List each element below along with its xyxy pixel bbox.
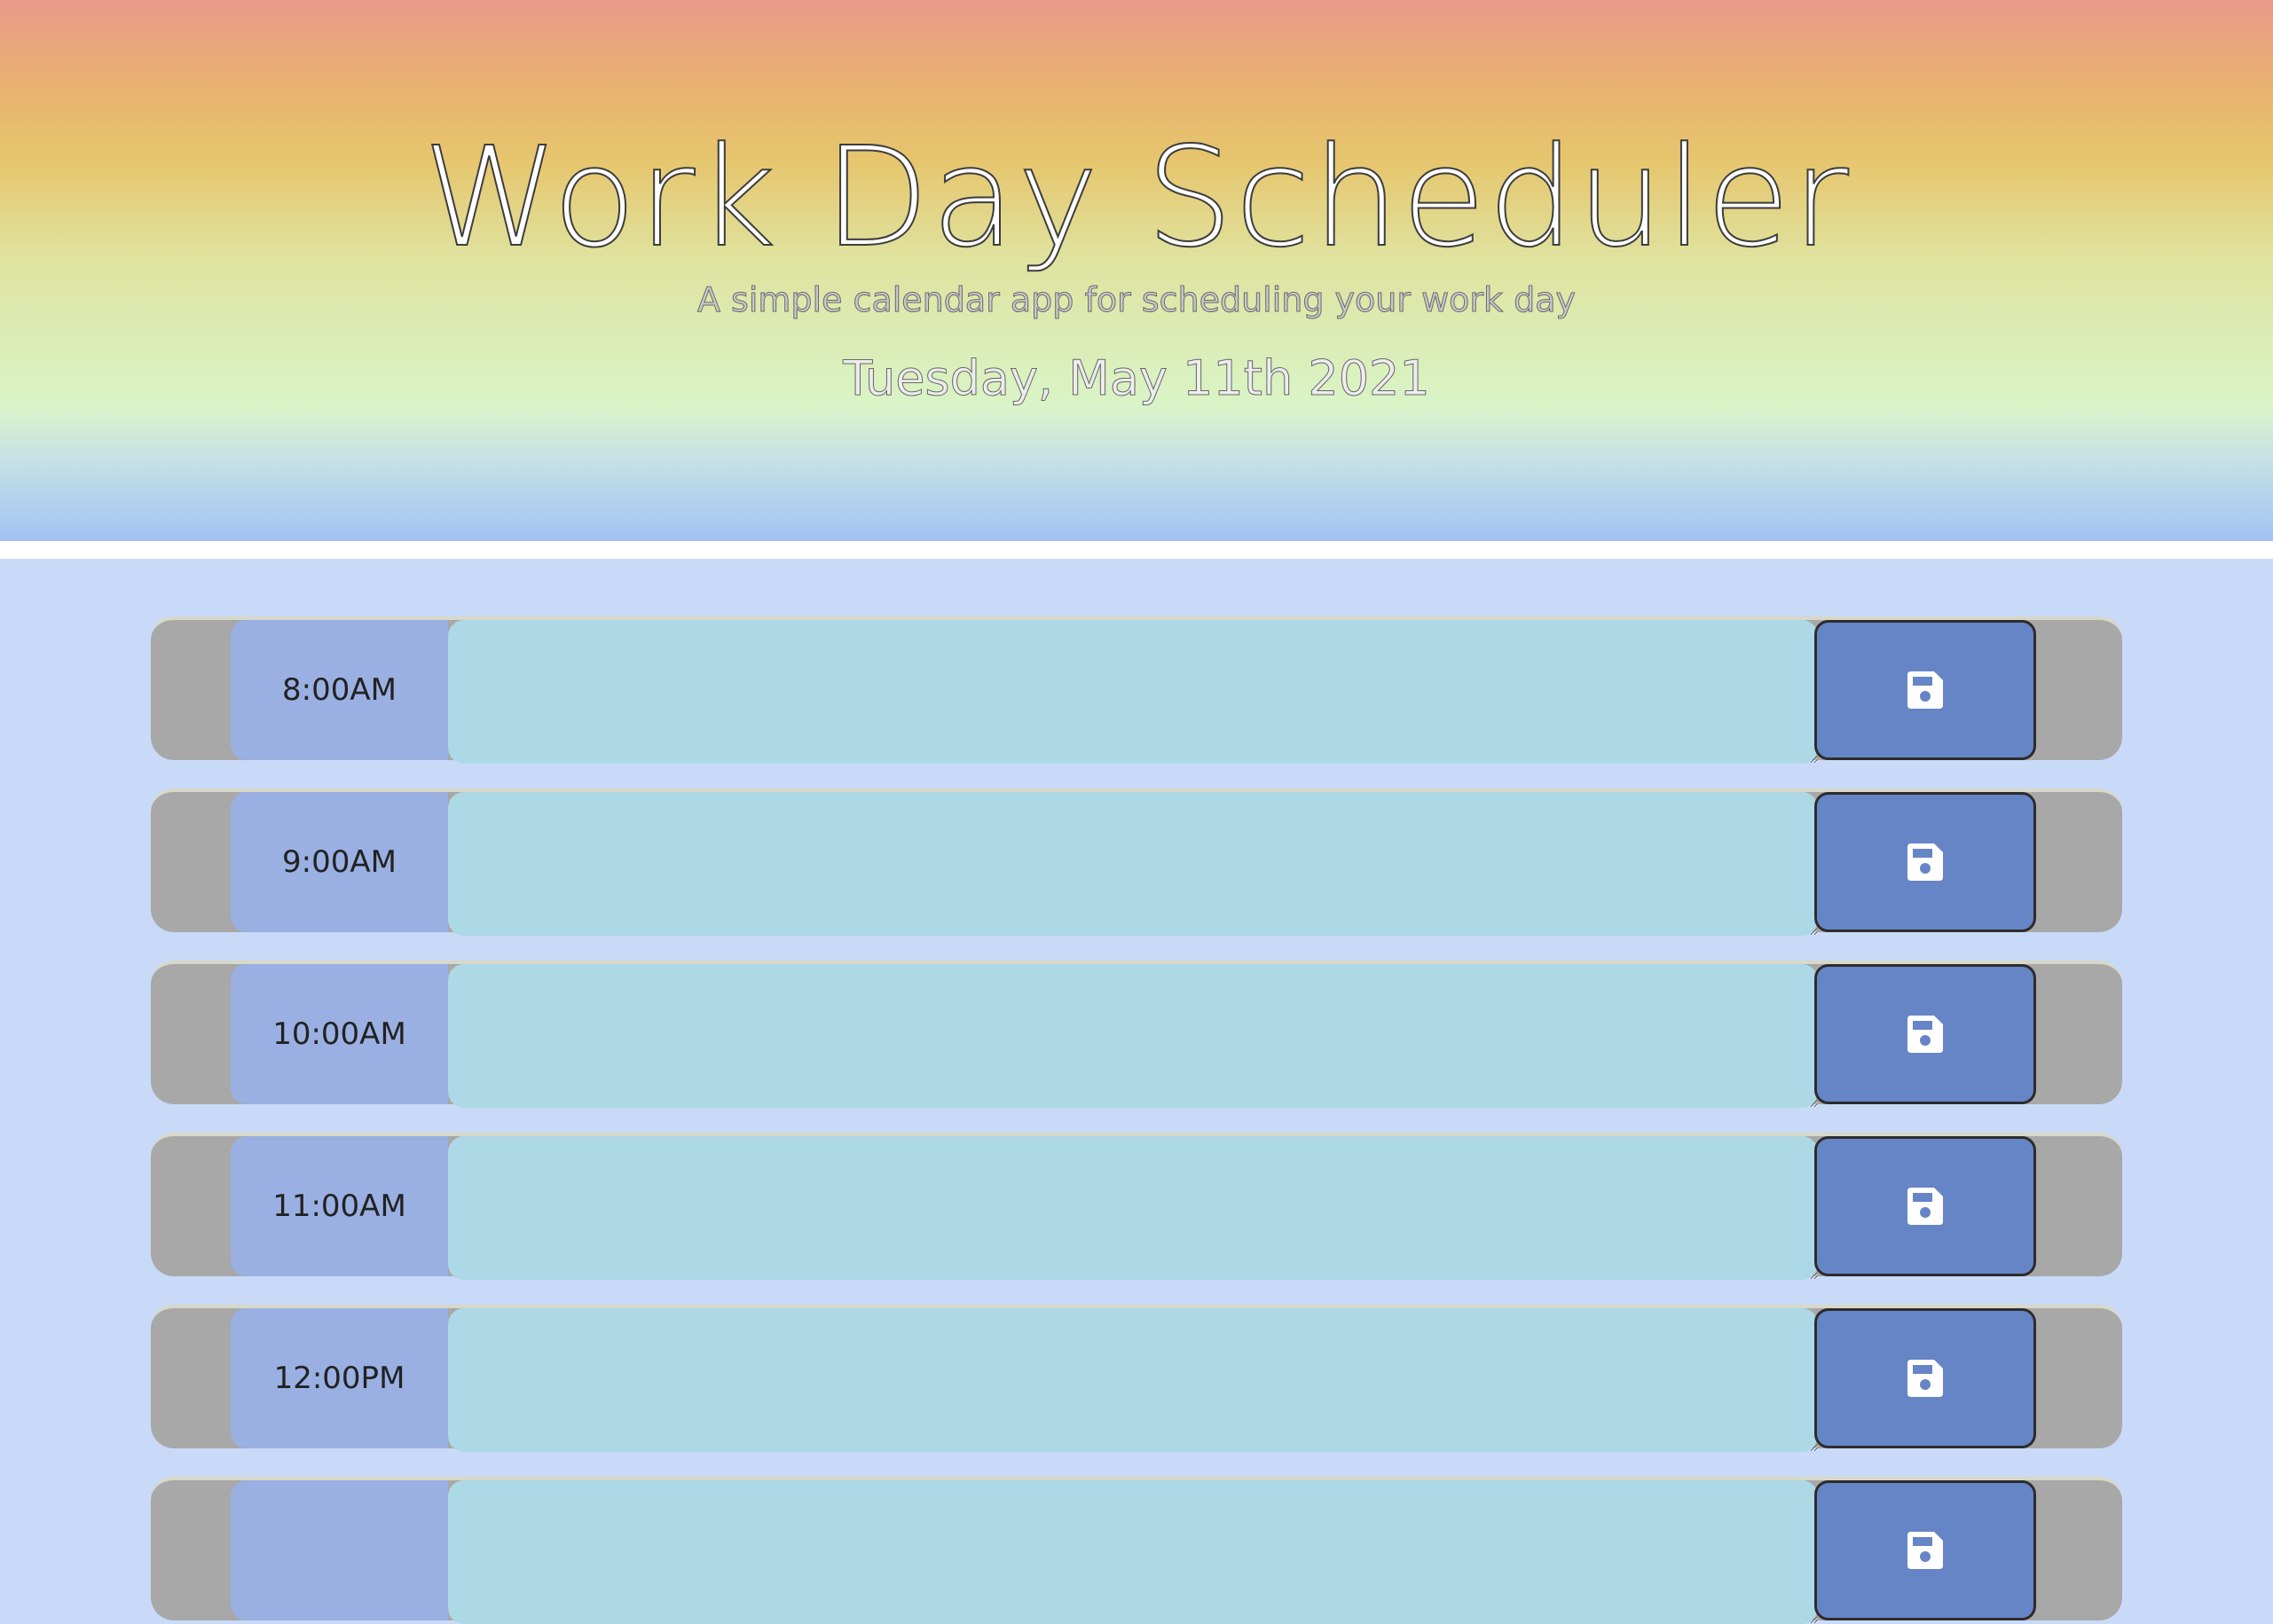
description-textarea[interactable]	[448, 964, 1818, 1108]
time-block-row: 10:00AM	[151, 961, 2122, 1108]
floppy-disk-icon	[1907, 1532, 1943, 1569]
save-button[interactable]	[1814, 620, 2036, 760]
time-block-row: 12:00PM	[151, 1305, 2122, 1452]
description-textarea[interactable]	[448, 1136, 1818, 1280]
save-button[interactable]	[1814, 1136, 2036, 1276]
time-block-row	[151, 1477, 2122, 1624]
header-divider	[0, 541, 2273, 559]
hour-label: 11:00AM	[231, 1136, 448, 1276]
hour-label: 9:00AM	[231, 792, 448, 932]
time-block-row: 9:00AM	[151, 788, 2122, 936]
hour-label: 8:00AM	[231, 620, 448, 760]
page-title: Work Day Scheduler	[421, 116, 1851, 279]
floppy-disk-icon	[1907, 1188, 1943, 1225]
description-textarea[interactable]	[448, 620, 1818, 764]
jumbotron-header: Work Day Scheduler A simple calendar app…	[0, 0, 2273, 541]
hour-label: 12:00PM	[231, 1308, 448, 1448]
save-button[interactable]	[1814, 1480, 2036, 1620]
current-date: Tuesday, May 11th 2021	[843, 350, 1431, 407]
time-block-row: 8:00AM	[151, 616, 2122, 764]
description-textarea[interactable]	[448, 1308, 1818, 1452]
floppy-disk-icon	[1907, 1360, 1943, 1397]
schedule-container: 8:00AM 9:00AM 10:00AM 11:00AM 12:00PM	[0, 559, 2273, 1624]
floppy-disk-icon	[1907, 843, 1943, 881]
description-textarea[interactable]	[448, 1480, 1818, 1624]
hour-label	[231, 1480, 448, 1620]
floppy-disk-icon	[1907, 671, 1943, 709]
page-subtitle: A simple calendar app for scheduling you…	[696, 280, 1577, 320]
floppy-disk-icon	[1907, 1016, 1943, 1053]
description-textarea[interactable]	[448, 792, 1818, 936]
time-block-row: 11:00AM	[151, 1133, 2122, 1280]
save-button[interactable]	[1814, 792, 2036, 932]
hour-label: 10:00AM	[231, 964, 448, 1104]
save-button[interactable]	[1814, 964, 2036, 1104]
save-button[interactable]	[1814, 1308, 2036, 1448]
